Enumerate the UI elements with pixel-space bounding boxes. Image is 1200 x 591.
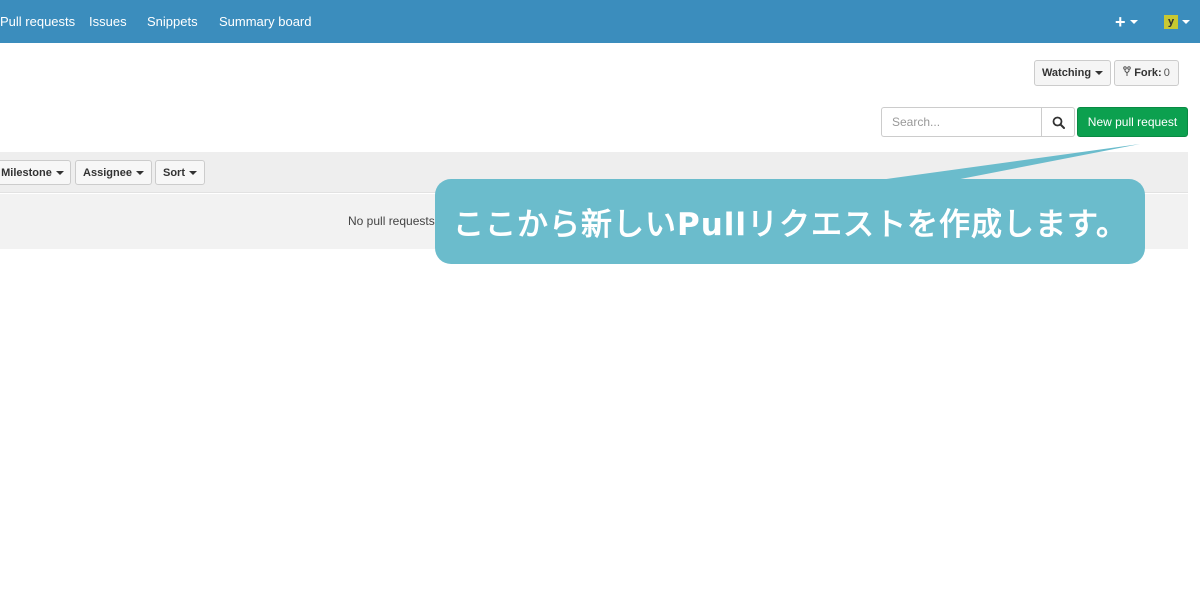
nav-snippets[interactable]: Snippets — [147, 0, 198, 43]
search-input[interactable] — [881, 107, 1042, 137]
nav-summary-board[interactable]: Summary board — [219, 0, 311, 43]
nav-pull-requests[interactable]: Pull requests — [0, 0, 75, 43]
watching-button[interactable]: Watching — [1034, 60, 1111, 86]
callout-pointer — [865, 144, 1140, 182]
chevron-down-icon — [1129, 19, 1138, 24]
fork-count: 0 — [1163, 67, 1170, 79]
nav-issues[interactable]: Issues — [89, 0, 127, 43]
fork-label: Fork: — [1134, 67, 1162, 79]
chevron-down-icon — [55, 170, 64, 175]
tutorial-callout: ここから新しいPullリクエストを作成します。 — [435, 179, 1145, 264]
user-menu-button[interactable]: y — [1164, 0, 1190, 43]
milestone-label: Milestone — [1, 166, 52, 179]
new-pull-request-button[interactable]: New pull request — [1077, 107, 1188, 137]
milestone-filter-button[interactable]: Milestone — [0, 160, 71, 185]
assignee-filter-button[interactable]: Assignee — [75, 160, 152, 185]
plus-icon: + — [1115, 11, 1126, 32]
avatar: y — [1164, 14, 1178, 29]
sort-button[interactable]: Sort — [155, 160, 205, 185]
callout-text: ここから新しいPullリクエストを作成します。 — [453, 207, 1128, 243]
sort-label: Sort — [163, 166, 185, 179]
create-menu-button[interactable]: + — [1115, 0, 1138, 43]
fork-button[interactable]: Fork: 0 — [1114, 60, 1179, 86]
watching-label: Watching — [1041, 67, 1092, 79]
search-icon — [1052, 116, 1065, 129]
top-navigation-bar: Pull requests Issues Snippets Summary bo… — [0, 0, 1200, 43]
assignee-label: Assignee — [83, 166, 132, 179]
search-button[interactable] — [1041, 107, 1075, 137]
chevron-down-icon — [1095, 71, 1104, 75]
chevron-down-icon — [135, 170, 144, 175]
fork-icon — [1123, 66, 1131, 80]
chevron-down-icon — [1182, 19, 1190, 24]
empty-state-message: No pull requests t — [348, 214, 442, 228]
chevron-down-icon — [189, 170, 197, 175]
